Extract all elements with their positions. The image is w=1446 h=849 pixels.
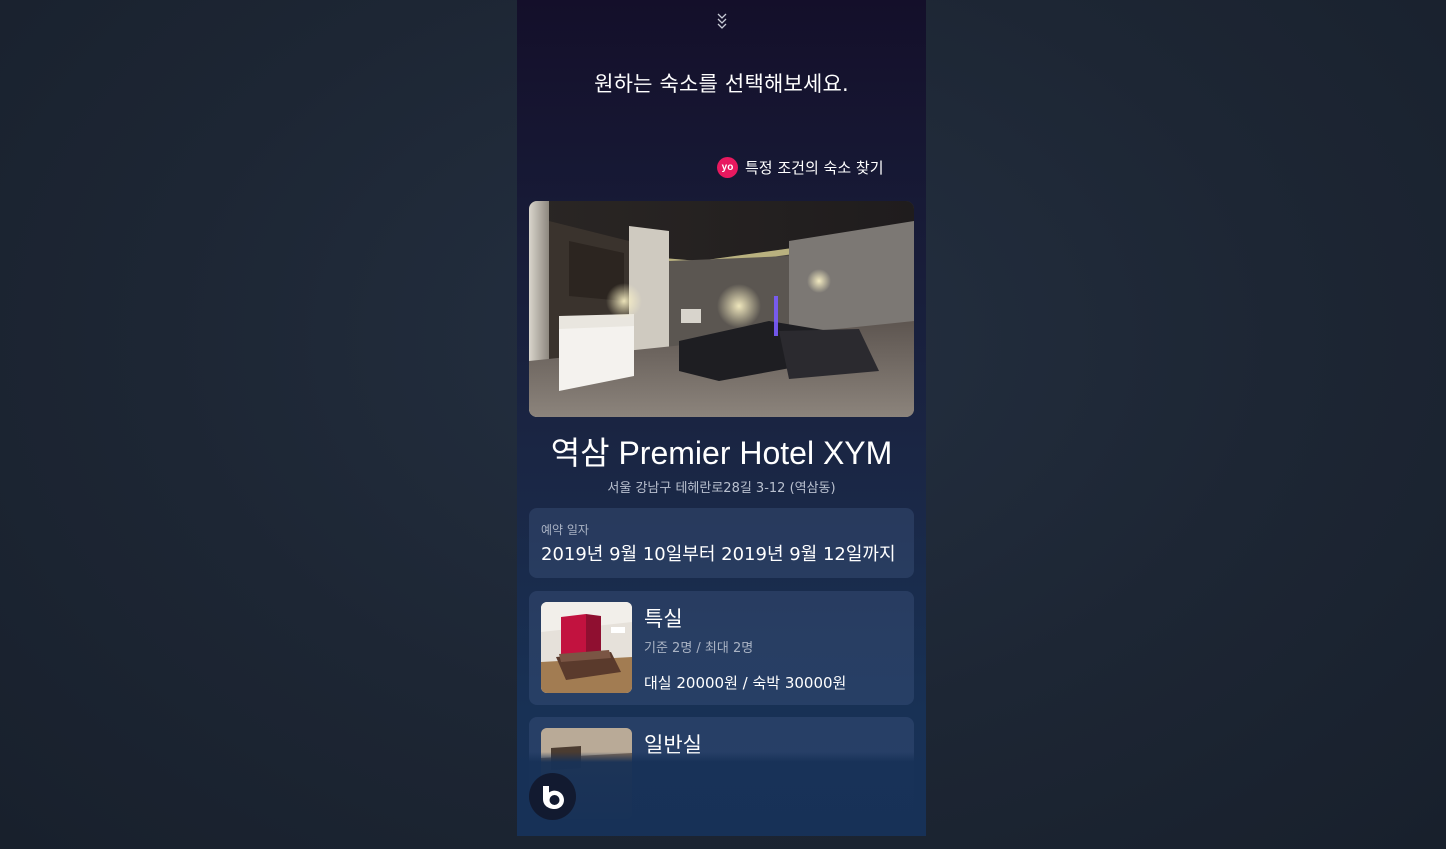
reservation-date-value: 2019년 9월 10일부터 2019년 9월 12일까지: [541, 544, 896, 565]
hotel-name: 역삼 Premier Hotel XYM: [550, 435, 893, 471]
find-by-conditions-link[interactable]: yo 특정 조건의 숙소 찾기: [717, 155, 884, 179]
prompt-text: 원하는 숙소를 선택해보세요.: [594, 72, 849, 96]
room-thumbnail: [541, 602, 632, 693]
room-card[interactable]: 특실 기준 2명 / 최대 2명 대실 20000원 / 숙박 30000원: [529, 591, 914, 705]
bixby-button[interactable]: [529, 773, 576, 820]
bixby-icon: [542, 785, 564, 809]
hotel-address: 서울 강남구 테헤란로28길 3-12 (역삼동): [607, 481, 836, 496]
room-capacity: 기준 2명 / 최대 2명: [644, 641, 754, 656]
find-by-conditions-label: 특정 조건의 숙소 찾기: [745, 158, 884, 177]
room-price: 대실 20000원 / 숙박 30000원: [644, 674, 847, 692]
bixby-panel: 원하는 숙소를 선택해보세요. yo 특정 조건의 숙소 찾기 역삼 Premi…: [517, 0, 926, 836]
hotel-room-photo[interactable]: [529, 201, 914, 417]
reservation-date-card: 예약 일자 2019년 9월 10일부터 2019년 9월 12일까지: [529, 508, 914, 578]
yanolja-logo-icon: yo: [717, 156, 738, 178]
double-chevron-down-icon[interactable]: [710, 10, 734, 32]
reservation-date-label: 예약 일자: [541, 523, 589, 537]
room-name: 특실: [644, 607, 683, 631]
bottom-fade: [517, 752, 926, 836]
